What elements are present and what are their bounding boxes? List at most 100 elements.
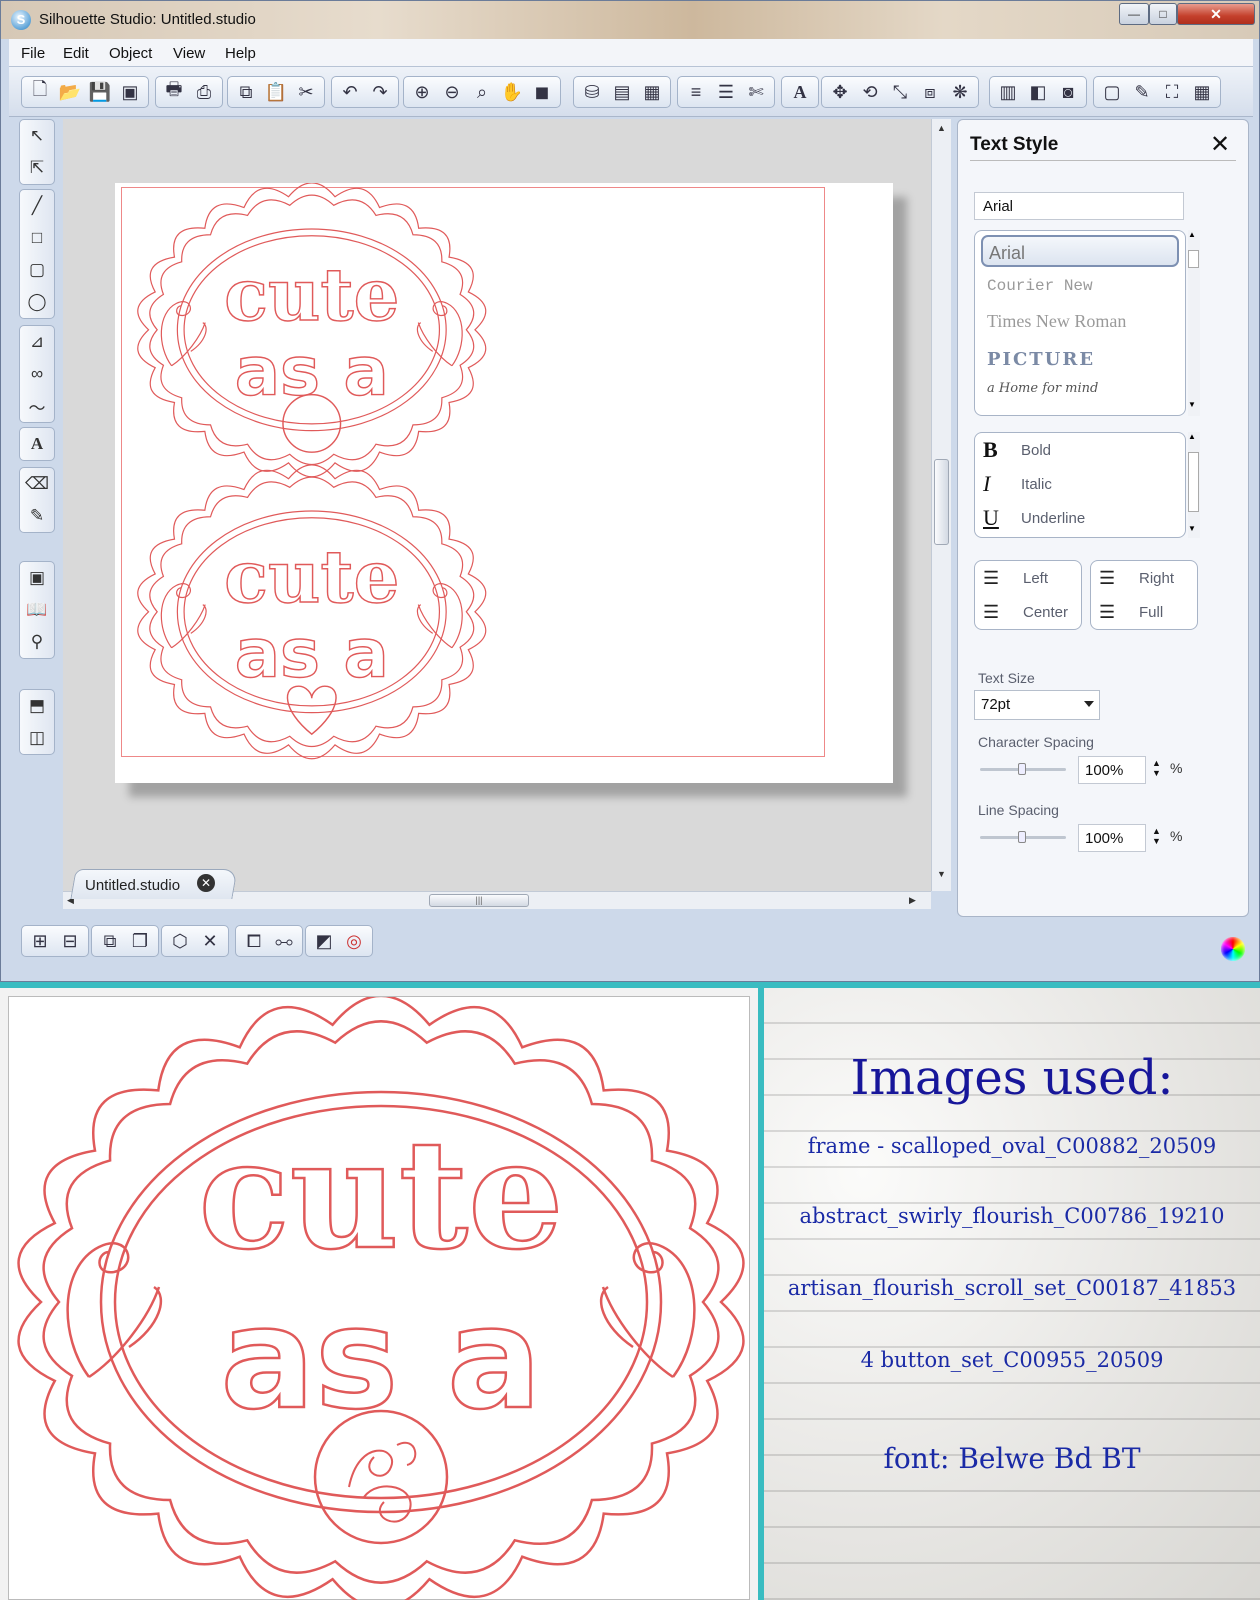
send-back-icon[interactable]: ⧟ bbox=[269, 927, 299, 955]
italic-option[interactable]: I Italic bbox=[983, 469, 1052, 499]
color-wheel-icon[interactable] bbox=[1221, 937, 1245, 961]
menu-help[interactable]: Help bbox=[225, 45, 256, 62]
eraser-icon[interactable]: ⌫ bbox=[21, 468, 53, 500]
bring-front-icon[interactable]: ⧠ bbox=[239, 927, 269, 955]
zoom-in-icon[interactable]: ⊕ bbox=[407, 78, 437, 106]
format-scrollbar[interactable]: ▲ ▼ bbox=[1188, 432, 1200, 538]
menu-view[interactable]: View bbox=[173, 45, 205, 62]
design-top[interactable]: cute as a bbox=[137, 183, 487, 478]
format-scroll-up-icon[interactable]: ▲ bbox=[1188, 432, 1196, 441]
minimize-button[interactable]: — bbox=[1119, 3, 1149, 25]
font-item-courier-new[interactable]: Courier New bbox=[981, 271, 1179, 303]
scale-icon[interactable]: ⤡ bbox=[885, 78, 915, 106]
text-tool-icon[interactable]: A bbox=[21, 428, 53, 460]
design-bottom[interactable]: cute as a bbox=[137, 464, 487, 760]
vertical-scrollbar[interactable]: ▲ ▼ bbox=[931, 119, 951, 891]
delete-icon[interactable]: ✕ bbox=[195, 927, 225, 955]
split-horizontal-icon[interactable]: ⬒ bbox=[21, 690, 53, 722]
menu-file[interactable]: File bbox=[21, 45, 45, 62]
vertical-scroll-thumb[interactable] bbox=[934, 459, 949, 545]
cut-scissors-icon[interactable]: ✂ bbox=[291, 78, 321, 106]
rotate-icon[interactable]: ⟲ bbox=[855, 78, 885, 106]
point-edit-icon[interactable]: ⇱ bbox=[21, 152, 53, 184]
font-scroll-up-icon[interactable]: ▲ bbox=[1188, 230, 1196, 239]
page-setup-icon[interactable]: ◧ bbox=[1023, 78, 1053, 106]
open-folder-icon[interactable]: 📂 bbox=[55, 78, 85, 106]
print-icon[interactable]: 🖶 bbox=[159, 78, 189, 106]
trace-icon[interactable]: ⚲ bbox=[21, 626, 53, 658]
char-spacing-input[interactable]: 100% bbox=[1078, 756, 1146, 784]
font-item-arial[interactable]: Arial bbox=[981, 235, 1179, 267]
font-item-times-new-roman[interactable]: Times New Roman bbox=[981, 305, 1179, 337]
cut-style-icon[interactable]: ✄ bbox=[741, 78, 771, 106]
offset-icon[interactable]: ◎ bbox=[339, 927, 369, 955]
make-compound-icon[interactable]: ⧉ bbox=[95, 927, 125, 955]
library-book-icon[interactable]: 📖 bbox=[21, 594, 53, 626]
text-style-icon[interactable]: A bbox=[785, 78, 815, 106]
close-tab-icon[interactable]: ✕ bbox=[197, 874, 215, 892]
menu-edit[interactable]: Edit bbox=[63, 45, 89, 62]
gradient-icon[interactable]: ▤ bbox=[607, 78, 637, 106]
line-color-icon[interactable]: ≡ bbox=[681, 78, 711, 106]
line-tool-icon[interactable]: ╱ bbox=[21, 190, 53, 222]
pattern-icon[interactable]: ▦ bbox=[637, 78, 667, 106]
scroll-right-arrow-icon[interactable]: ▶ bbox=[909, 895, 916, 906]
store-icon[interactable]: ▥ bbox=[993, 78, 1023, 106]
align-left-option[interactable]: ☰ Left bbox=[983, 563, 1048, 593]
page-view-icon[interactable]: ▣ bbox=[21, 562, 53, 594]
replicate-icon[interactable]: ❋ bbox=[945, 78, 975, 106]
format-scroll-thumb[interactable] bbox=[1188, 452, 1199, 512]
new-file-icon[interactable]: 🗋 bbox=[25, 78, 55, 106]
fullscreen-icon[interactable]: ⛶ bbox=[1157, 78, 1187, 106]
move-icon[interactable]: ✥ bbox=[825, 78, 855, 106]
format-scroll-down-icon[interactable]: ▼ bbox=[1188, 524, 1196, 533]
copy-icon[interactable]: ⧉ bbox=[231, 78, 261, 106]
rounded-rect-tool-icon[interactable]: ▢ bbox=[21, 254, 53, 286]
char-spacing-spinner-icon[interactable]: ▲ ▼ bbox=[1152, 758, 1161, 778]
freehand-tool-icon[interactable]: 〜 bbox=[21, 390, 53, 422]
chevron-down-icon[interactable] bbox=[1084, 701, 1094, 707]
menu-object[interactable]: Object bbox=[109, 45, 152, 62]
font-item-picture[interactable]: PICTURE bbox=[981, 343, 1179, 375]
font-search-input[interactable] bbox=[974, 192, 1184, 220]
rectangle-tool-icon[interactable]: □ bbox=[21, 222, 53, 254]
design-canvas[interactable]: cute as a cute as a bbox=[63, 119, 931, 891]
close-window-button[interactable]: ✕ bbox=[1177, 3, 1255, 25]
fill-bucket-icon[interactable]: ⛁ bbox=[577, 78, 607, 106]
scroll-down-arrow-icon[interactable]: ▼ bbox=[937, 869, 946, 879]
char-spacing-slider-handle[interactable] bbox=[1018, 763, 1026, 775]
font-scroll-down-icon[interactable]: ▼ bbox=[1188, 400, 1196, 409]
split-vertical-icon[interactable]: ◫ bbox=[21, 722, 53, 754]
title-bar[interactable]: S Silhouette Studio: Untitled.studio — □… bbox=[1, 1, 1259, 39]
undo-icon[interactable]: ↶ bbox=[335, 78, 365, 106]
modify-icon[interactable]: ◩ bbox=[309, 927, 339, 955]
save-icon[interactable]: 💾 bbox=[85, 78, 115, 106]
group-icon[interactable]: ⊞ bbox=[25, 927, 55, 955]
align-right-option[interactable]: ☰ Right bbox=[1099, 563, 1174, 593]
cut-settings-icon[interactable]: ▢ bbox=[1097, 78, 1127, 106]
font-scroll-thumb[interactable] bbox=[1188, 250, 1199, 268]
line-spacing-slider-handle[interactable] bbox=[1018, 831, 1026, 843]
line-spacing-input[interactable]: 100% bbox=[1078, 824, 1146, 852]
ungroup-icon[interactable]: ⊟ bbox=[55, 927, 85, 955]
release-compound-icon[interactable]: ❐ bbox=[125, 927, 155, 955]
grid-icon[interactable]: ▦ bbox=[1187, 78, 1217, 106]
print-cut-icon[interactable]: ⎙ bbox=[189, 78, 219, 106]
font-list-scrollbar[interactable]: ▲ ▼ bbox=[1188, 230, 1200, 416]
paste-icon[interactable]: 📋 bbox=[261, 78, 291, 106]
maximize-button[interactable]: □ bbox=[1149, 3, 1177, 25]
horizontal-scroll-thumb[interactable]: ||| bbox=[429, 894, 529, 907]
font-item-script[interactable]: a Home for mind bbox=[981, 375, 1179, 407]
scroll-up-arrow-icon[interactable]: ▲ bbox=[937, 123, 946, 133]
bold-option[interactable]: B Bold bbox=[983, 435, 1051, 465]
library-save-icon[interactable]: ▣ bbox=[115, 78, 145, 106]
line-spacing-spinner-icon[interactable]: ▲ ▼ bbox=[1152, 826, 1161, 846]
font-list[interactable]: Arial Courier New Times New Roman PICTUR… bbox=[974, 230, 1186, 416]
align-icon[interactable]: ⧈ bbox=[915, 78, 945, 106]
line-style-icon[interactable]: ☰ bbox=[711, 78, 741, 106]
fit-page-icon[interactable]: ◼ bbox=[527, 78, 557, 106]
zoom-select-icon[interactable]: ⌕ bbox=[467, 78, 497, 106]
underline-option[interactable]: U Underline bbox=[983, 503, 1085, 533]
close-panel-icon[interactable]: ✕ bbox=[1210, 130, 1230, 159]
zoom-out-icon[interactable]: ⊖ bbox=[437, 78, 467, 106]
